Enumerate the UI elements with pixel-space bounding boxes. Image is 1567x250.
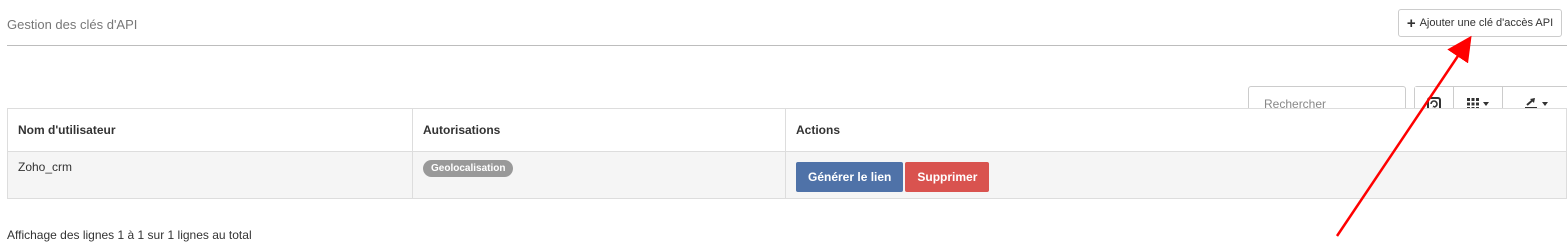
chevron-down-icon	[1483, 102, 1489, 106]
add-api-key-button[interactable]: + Ajouter une clé d'accès API	[1398, 9, 1562, 37]
column-header-permissions[interactable]: Autorisations	[412, 108, 786, 152]
generate-link-button[interactable]: Générer le lien	[796, 162, 904, 192]
pagination-info: Affichage des lignes 1 à 1 sur 1 lignes …	[7, 228, 252, 242]
page-title: Gestion des clés d'API	[7, 17, 138, 32]
plus-icon: +	[1406, 14, 1416, 32]
table-header-row: Nom d'utilisateur Autorisations Actions	[7, 108, 1567, 152]
chevron-down-icon	[1542, 102, 1548, 106]
header-divider	[7, 45, 1567, 46]
column-header-actions[interactable]: Actions	[785, 108, 1567, 152]
permissions-cell: Geolocalisation	[412, 151, 786, 199]
permission-badge: Geolocalisation	[423, 160, 514, 177]
username-cell: Zoho_crm	[7, 151, 413, 199]
table-row: Zoho_crm Geolocalisation Générer le lien…	[7, 151, 1567, 199]
delete-button[interactable]: Supprimer	[905, 162, 990, 192]
actions-cell: Générer le lien Supprimer	[785, 151, 1567, 199]
add-api-key-label: Ajouter une clé d'accès API	[1419, 17, 1554, 29]
api-keys-table: Nom d'utilisateur Autorisations Actions …	[7, 108, 1567, 199]
column-header-username[interactable]: Nom d'utilisateur	[7, 108, 413, 152]
